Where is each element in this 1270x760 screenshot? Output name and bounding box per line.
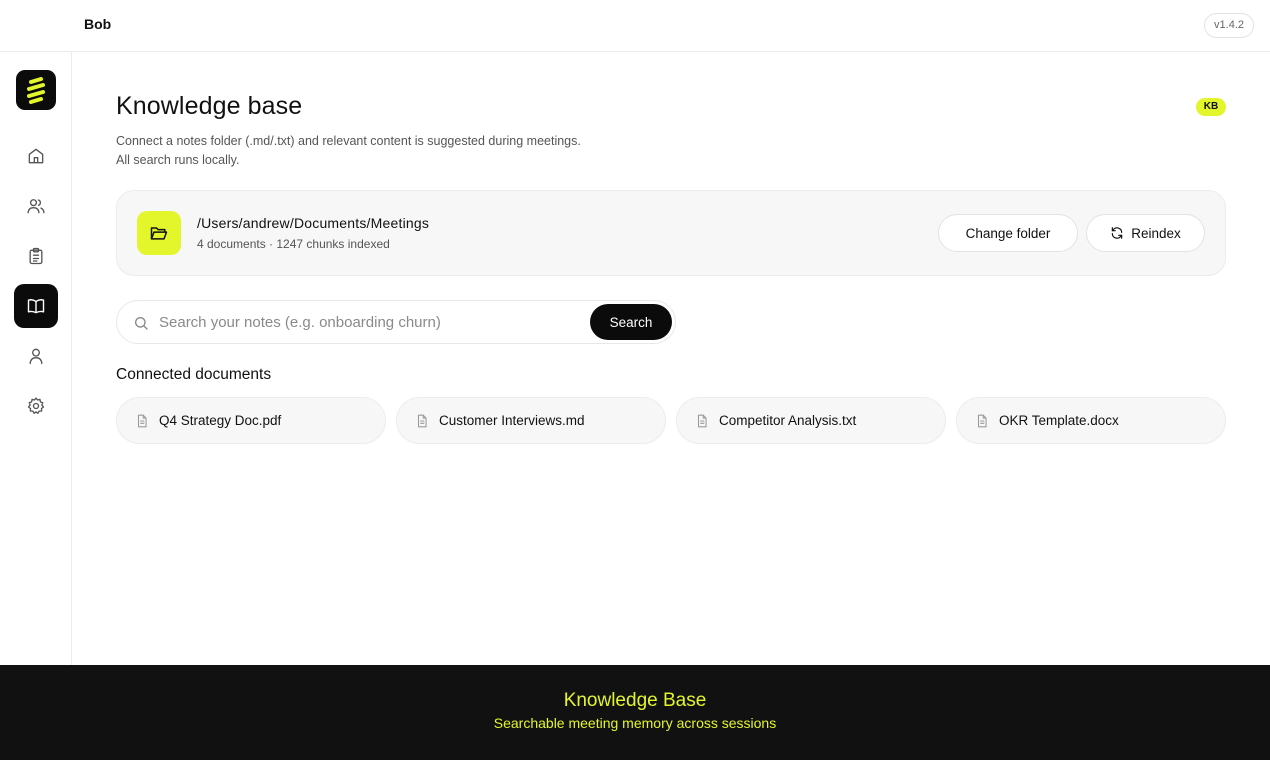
app-name: Bob <box>84 16 112 32</box>
users-icon <box>27 199 45 214</box>
clipboard-icon <box>29 247 43 265</box>
search-input[interactable] <box>159 301 579 343</box>
gear-icon <box>27 397 45 414</box>
version-badge: v1.4.2 <box>1204 13 1254 38</box>
main-content: Knowledge base KB Connect a notes folder… <box>72 52 1270 665</box>
document-name: Competitor Analysis.txt <box>719 413 857 428</box>
sidebar-item-people[interactable] <box>14 184 58 228</box>
kb-badge: KB <box>1196 98 1226 116</box>
search-button[interactable]: Search <box>590 304 672 340</box>
document-item[interactable]: Customer Interviews.md <box>396 397 666 444</box>
folder-open-icon <box>150 227 168 240</box>
search-box: Search <box>116 300 676 344</box>
document-name: OKR Template.docx <box>999 413 1119 428</box>
home-icon <box>28 148 44 164</box>
bob-logo-icon[interactable] <box>16 70 56 110</box>
description-line-1: Connect a notes folder (.md/.txt) and re… <box>116 134 581 148</box>
file-icon <box>697 414 707 427</box>
book-open-icon <box>27 299 45 314</box>
user-icon <box>29 348 43 365</box>
reindex-button[interactable]: Reindex <box>1086 214 1205 252</box>
document-name: Customer Interviews.md <box>439 413 585 428</box>
description-line-2: All search runs locally. <box>116 153 240 167</box>
sidebar-item-knowledge-base[interactable] <box>14 284 58 328</box>
top-bar: Bob v1.4.2 <box>0 0 1270 52</box>
page-description: Connect a notes folder (.md/.txt) and re… <box>116 132 581 170</box>
document-item[interactable]: Competitor Analysis.txt <box>676 397 946 444</box>
refresh-icon <box>1111 227 1123 239</box>
search-icon <box>135 317 148 330</box>
document-item[interactable]: OKR Template.docx <box>956 397 1226 444</box>
file-icon <box>417 414 427 427</box>
footer-title: Knowledge Base <box>563 690 707 711</box>
sidebar-item-settings[interactable] <box>14 384 58 428</box>
folder-icon-box <box>137 211 181 255</box>
document-name: Q4 Strategy Doc.pdf <box>159 413 282 428</box>
connected-documents-title: Connected documents <box>116 366 272 383</box>
reindex-label: Reindex <box>1131 225 1181 241</box>
folder-path: /Users/andrew/Documents/Meetings <box>197 215 430 231</box>
change-folder-button[interactable]: Change folder <box>938 214 1078 252</box>
file-icon <box>137 414 147 427</box>
page-title: Knowledge base <box>116 92 303 120</box>
footer-banner: Knowledge Base Searchable meeting memory… <box>0 665 1270 760</box>
folder-stats: 4 documents · 1247 chunks indexed <box>197 237 390 251</box>
sidebar-item-home[interactable] <box>14 134 58 178</box>
document-item[interactable]: Q4 Strategy Doc.pdf <box>116 397 386 444</box>
sidebar-item-profile[interactable] <box>14 334 58 378</box>
change-folder-label: Change folder <box>965 225 1051 241</box>
sidebar <box>0 52 72 665</box>
footer-subtitle: Searchable meeting memory across session… <box>493 715 777 731</box>
sidebar-item-tasks[interactable] <box>14 234 58 278</box>
document-list: Q4 Strategy Doc.pdf Customer Interviews.… <box>116 397 1226 444</box>
folder-card: /Users/andrew/Documents/Meetings 4 docum… <box>116 190 1226 276</box>
file-icon <box>977 414 987 427</box>
